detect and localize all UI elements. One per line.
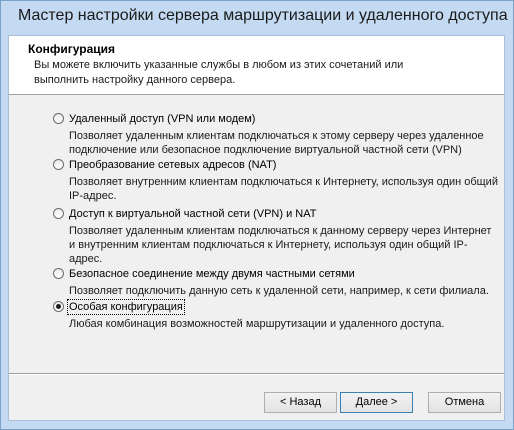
radio-remote-access[interactable] (53, 113, 64, 124)
wizard-window: Мастер настройки сервера маршрутизации и… (0, 0, 514, 430)
radio-nat[interactable] (53, 159, 64, 170)
wizard-header: Конфигурация Вы можете включить указанны… (9, 36, 504, 95)
option-nat: Преобразование сетевых адресов (NAT) Поз… (53, 158, 498, 202)
page-title: Конфигурация (28, 42, 116, 56)
option-description-custom-configuration: Любая комбинация возможностей маршрутиза… (69, 318, 445, 330)
option-vpn-and-nat: Доступ к виртуальной частной сети (VPN) … (53, 207, 493, 265)
footer-divider (9, 373, 504, 375)
radio-vpn-and-nat[interactable] (53, 208, 64, 219)
option-custom-configuration: Особая конфигурация Любая комбинация воз… (53, 299, 493, 330)
radio-site-to-site[interactable] (53, 268, 64, 279)
title-bar[interactable]: Мастер настройки сервера маршрутизации и… (1, 1, 513, 35)
option-label-vpn-and-nat[interactable]: Доступ к виртуальной частной сети (VPN) … (69, 207, 316, 221)
back-button[interactable]: < Назад (264, 392, 337, 413)
option-label-site-to-site[interactable]: Безопасное соединение между двумя частны… (69, 267, 355, 281)
option-remote-access: Удаленный доступ (VPN или модем) Позволя… (53, 112, 493, 156)
radio-custom-configuration[interactable] (53, 301, 64, 312)
option-description-vpn-and-nat: Позволяет удаленным клиентам подключатьс… (69, 225, 492, 265)
option-description-nat: Позволяет внутренним клиентам подключать… (69, 176, 498, 202)
next-button[interactable]: Далее > (340, 392, 413, 413)
option-description-site-to-site: Позволяет подключить данную сеть к удале… (69, 285, 489, 297)
option-label-custom-configuration[interactable]: Особая конфигурация (67, 299, 185, 315)
window-title: Мастер настройки сервера маршрутизации и… (18, 7, 508, 24)
page-description: Вы можете включить указанные службы в лю… (34, 59, 404, 86)
option-label-remote-access[interactable]: Удаленный доступ (VPN или модем) (69, 112, 255, 126)
wizard-client-area: Конфигурация Вы можете включить указанны… (8, 35, 505, 421)
option-label-nat[interactable]: Преобразование сетевых адресов (NAT) (69, 158, 276, 172)
option-site-to-site: Безопасное соединение между двумя частны… (53, 267, 493, 297)
cancel-button[interactable]: Отмена (428, 392, 501, 413)
option-description-remote-access: Позволяет удаленным клиентам подключатьс… (69, 130, 484, 156)
